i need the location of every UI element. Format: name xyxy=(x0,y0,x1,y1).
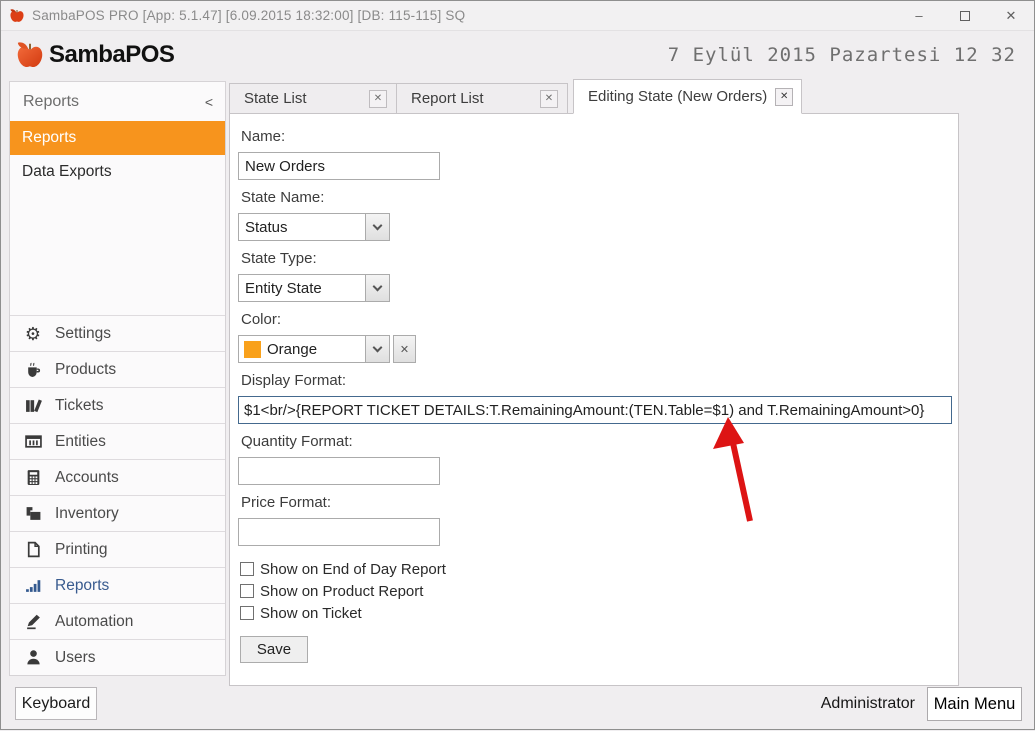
tab-state-list[interactable]: State List ✕ xyxy=(229,83,397,114)
show-on-end-of-day-report-checkbox[interactable] xyxy=(240,562,254,576)
titlebar: SambaPOS PRO [App: 5.1.47] [6.09.2015 18… xyxy=(1,1,1034,31)
sidebar-menu: ⚙ Settings Products Tickets Entities A xyxy=(10,315,225,675)
color-swatch xyxy=(244,341,261,358)
menu-item-printing[interactable]: Printing xyxy=(10,531,225,567)
chevron-down-icon[interactable] xyxy=(365,336,389,362)
table-icon xyxy=(22,433,44,450)
display-format-input[interactable] xyxy=(238,396,952,424)
close-icon[interactable]: ✕ xyxy=(775,88,793,106)
checkbox-row: Show on End of Day Report xyxy=(240,558,950,580)
sidebar-title: Reports xyxy=(23,93,79,111)
menu-item-products[interactable]: Products xyxy=(10,351,225,387)
price-format-label: Price Format: xyxy=(241,494,950,511)
menu-item-tickets[interactable]: Tickets xyxy=(10,387,225,423)
chevron-down-icon[interactable] xyxy=(365,214,389,240)
chevron-down-icon[interactable] xyxy=(365,275,389,301)
calculator-icon xyxy=(22,469,44,486)
app-icon xyxy=(9,8,25,24)
brand: SambaPOS xyxy=(15,40,174,70)
menu-item-users[interactable]: Users xyxy=(10,639,225,675)
coffee-cup-icon xyxy=(22,361,44,378)
boxes-icon xyxy=(22,505,44,522)
checkbox-row: Show on Product Report xyxy=(240,580,950,602)
menu-item-inventory[interactable]: Inventory xyxy=(10,495,225,531)
keyboard-button[interactable]: Keyboard xyxy=(15,687,97,720)
show-on-product-report-checkbox[interactable] xyxy=(240,584,254,598)
color-select[interactable]: Orange xyxy=(238,335,390,363)
close-icon[interactable]: ✕ xyxy=(540,90,558,108)
clock-datetime: 7 Eylül 2015 Pazartesi 12 32 xyxy=(668,44,1020,66)
footer-bar: Keyboard Administrator Main Menu xyxy=(1,684,1034,729)
menu-item-accounts[interactable]: Accounts xyxy=(10,459,225,495)
name-label: Name: xyxy=(241,128,950,145)
state-name-label: State Name: xyxy=(241,189,950,206)
sambapos-window: { "window": { "title": "SambaPOS PRO [Ap… xyxy=(0,0,1035,730)
sidebar-item-reports[interactable]: Reports xyxy=(10,121,225,155)
name-input[interactable] xyxy=(238,152,440,180)
quantity-format-input[interactable] xyxy=(238,457,440,485)
logged-in-user: Administrator xyxy=(821,695,915,713)
state-name-select[interactable]: Status xyxy=(238,213,390,241)
maximize-icon xyxy=(960,11,970,21)
color-label: Color: xyxy=(241,311,950,328)
brand-name: SambaPOS xyxy=(49,41,174,69)
close-button[interactable]: ✕ xyxy=(988,1,1034,30)
gear-icon: ⚙ xyxy=(22,325,44,343)
show-on-ticket-checkbox[interactable] xyxy=(240,606,254,620)
state-type-label: State Type: xyxy=(241,250,950,267)
window-title: SambaPOS PRO [App: 5.1.47] [6.09.2015 18… xyxy=(32,8,465,23)
menu-item-entities[interactable]: Entities xyxy=(10,423,225,459)
tab-bar: State List ✕ Report List ✕ Editing State… xyxy=(229,79,957,114)
clear-color-button[interactable]: ✕ xyxy=(393,335,416,363)
display-format-label: Display Format: xyxy=(241,372,950,389)
main-menu-button[interactable]: Main Menu xyxy=(927,687,1022,721)
state-type-select[interactable]: Entity State xyxy=(238,274,390,302)
pencil-icon xyxy=(22,613,44,630)
menu-item-settings[interactable]: ⚙ Settings xyxy=(10,315,225,351)
sidebar: Reports < Reports Data Exports ⚙ Setting… xyxy=(9,81,226,676)
price-format-input[interactable] xyxy=(238,518,440,546)
maximize-button[interactable] xyxy=(942,1,988,30)
sambapos-logo-icon xyxy=(15,40,45,70)
menu-item-reports[interactable]: Reports xyxy=(10,567,225,603)
tab-report-list[interactable]: Report List ✕ xyxy=(396,83,568,114)
books-icon xyxy=(22,397,44,414)
collapse-icon[interactable]: < xyxy=(205,94,213,110)
tab-editing-state[interactable]: Editing State (New Orders) ✕ xyxy=(573,79,802,114)
save-button[interactable]: Save xyxy=(240,636,308,663)
checkbox-row: Show on Ticket xyxy=(240,602,950,624)
bar-chart-icon xyxy=(22,577,44,594)
user-icon xyxy=(22,649,44,666)
sidebar-header: Reports < xyxy=(10,82,225,121)
document-icon xyxy=(22,541,44,558)
minimize-button[interactable]: – xyxy=(896,1,942,30)
sidebar-item-data-exports[interactable]: Data Exports xyxy=(10,155,225,189)
close-icon[interactable]: ✕ xyxy=(369,90,387,108)
editing-state-panel: Name: State Name: Status State Type: Ent… xyxy=(229,113,959,686)
quantity-format-label: Quantity Format: xyxy=(241,433,950,450)
menu-item-automation[interactable]: Automation xyxy=(10,603,225,639)
app-header: SambaPOS 7 Eylül 2015 Pazartesi 12 32 xyxy=(1,31,1034,79)
